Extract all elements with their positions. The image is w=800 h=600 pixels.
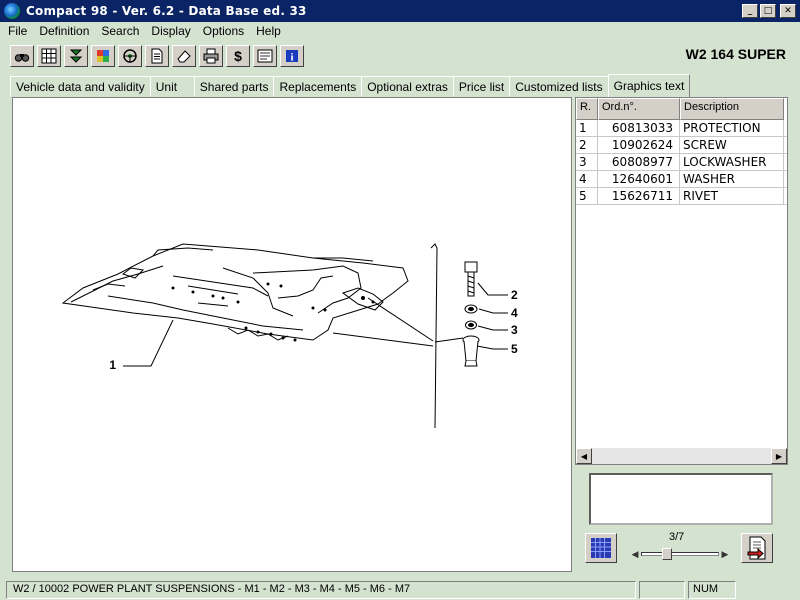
slider-right-icon[interactable]: ▶ xyxy=(719,549,731,560)
tab-customized-lists[interactable]: Customized lists xyxy=(509,76,609,96)
row-description: RIVET xyxy=(680,188,784,204)
column-header-description[interactable]: Description xyxy=(680,98,784,120)
menu-help[interactable]: Help xyxy=(250,24,287,38)
tab-replacements[interactable]: Replacements xyxy=(273,76,363,96)
close-button[interactable]: ✕ xyxy=(780,4,796,18)
tab-shared-parts[interactable]: Shared parts xyxy=(193,76,275,96)
row-ref: 1 xyxy=(576,120,598,136)
eraser-icon[interactable] xyxy=(172,45,196,67)
status-text: W2 / 10002 POWER PLANT SUSPENSIONS - M1 … xyxy=(6,580,636,599)
scroll-right-icon[interactable]: ▶ xyxy=(771,448,787,464)
tab-graphics-text[interactable]: Graphics text xyxy=(607,74,691,97)
mounting-holes xyxy=(171,282,375,342)
title-bar: Compact 98 - Ver. 6.2 - Data Base ed. 33… xyxy=(0,0,800,22)
row-ref: 2 xyxy=(576,137,598,153)
image-icon[interactable] xyxy=(253,45,277,67)
dollar-icon[interactable]: $ xyxy=(226,45,250,67)
grid-view-icon xyxy=(591,538,611,558)
page-slider[interactable]: ◀ ▶ xyxy=(629,547,731,561)
row-order: 12640601 xyxy=(598,171,680,187)
table-row[interactable]: 5 15626711 RIVET xyxy=(576,188,787,205)
row-description: SCREW xyxy=(680,137,784,153)
minimize-button[interactable]: _ xyxy=(742,4,758,18)
row-description: PROTECTION xyxy=(680,120,784,136)
scroll-left-icon[interactable]: ◀ xyxy=(576,448,592,464)
hardware-illustrations xyxy=(462,261,480,367)
callout-5[interactable]: 5 xyxy=(511,342,518,356)
status-cell-empty xyxy=(639,580,685,599)
row-order: 60808977 xyxy=(598,154,680,170)
steering-wheel-icon[interactable] xyxy=(118,45,142,67)
callout-leaders xyxy=(123,282,508,367)
menu-search[interactable]: Search xyxy=(95,24,145,38)
puzzle-icon[interactable] xyxy=(91,45,115,67)
table-row[interactable]: 4 12640601 WASHER xyxy=(576,171,787,188)
table-row[interactable]: 1 60813033 PROTECTION xyxy=(576,120,787,137)
table-row[interactable]: 2 10902624 SCREW xyxy=(576,137,787,154)
svg-text:i: i xyxy=(290,52,293,64)
exit-document-button[interactable] xyxy=(741,533,773,563)
parts-table: R. Ord.n°. Description 1 60813033 PROTEC… xyxy=(575,97,788,465)
menu-file[interactable]: File xyxy=(2,24,33,38)
document-icon[interactable] xyxy=(145,45,169,67)
tab-bar: Vehicle data and validity Unit Shared pa… xyxy=(10,74,691,97)
menu-bar: File Definition Search Display Options H… xyxy=(0,22,800,40)
row-description: WASHER xyxy=(680,171,784,187)
table-horizontal-scrollbar[interactable]: ◀ ▶ xyxy=(576,448,787,464)
tab-vehicle-data[interactable]: Vehicle data and validity xyxy=(10,76,151,96)
row-ref: 5 xyxy=(576,188,598,204)
menu-options[interactable]: Options xyxy=(197,24,250,38)
page-counter: 3/7 xyxy=(669,531,685,543)
binoculars-icon[interactable] xyxy=(10,45,34,67)
menu-display[interactable]: Display xyxy=(145,24,196,38)
svg-text:$: $ xyxy=(234,48,242,64)
row-description: LOCKWASHER xyxy=(680,154,784,170)
slider-track[interactable] xyxy=(641,548,719,560)
row-order: 15626711 xyxy=(598,188,680,204)
callout-4[interactable]: 4 xyxy=(511,306,518,320)
row-ref: 3 xyxy=(576,154,598,170)
document-exit-icon xyxy=(747,536,766,560)
window-title: Compact 98 - Ver. 6.2 - Data Base ed. 33 xyxy=(26,4,307,18)
printer-icon[interactable] xyxy=(199,45,223,67)
grid-icon[interactable] xyxy=(37,45,61,67)
notes-box[interactable] xyxy=(589,473,773,525)
callout-1[interactable]: 1 xyxy=(109,358,116,372)
status-bar: W2 / 10002 POWER PLANT SUSPENSIONS - M1 … xyxy=(0,579,800,600)
table-row[interactable]: 3 60808977 LOCKWASHER xyxy=(576,154,787,171)
protection-panel-illustration xyxy=(61,243,409,341)
tab-price-list[interactable]: Price list xyxy=(452,76,511,96)
parts-diagram: 1 2 4 3 5 xyxy=(61,243,518,429)
maximize-button[interactable]: □ xyxy=(760,4,776,18)
status-num-lock: NUM xyxy=(688,580,736,599)
row-ref: 4 xyxy=(576,171,598,187)
projection-lines xyxy=(332,243,464,429)
vehicle-name: W2 164 SUPER xyxy=(685,46,786,62)
parts-table-header: R. Ord.n°. Description xyxy=(576,98,787,120)
parts-panel: R. Ord.n°. Description 1 60813033 PROTEC… xyxy=(575,97,788,572)
globe-icon xyxy=(4,3,20,19)
row-order: 60813033 xyxy=(598,120,680,136)
callout-3[interactable]: 3 xyxy=(511,323,518,337)
menu-definition[interactable]: Definition xyxy=(33,24,95,38)
page-navigation: 3/7 ◀ ▶ xyxy=(585,531,785,571)
table-view-button[interactable] xyxy=(585,533,617,563)
tab-optional-extras[interactable]: Optional extras xyxy=(361,76,454,96)
callout-2[interactable]: 2 xyxy=(511,288,518,302)
tab-unit[interactable]: Unit xyxy=(149,76,195,96)
toolbar: $ i xyxy=(0,42,800,70)
filter-icon[interactable] xyxy=(64,45,88,67)
row-order: 10902624 xyxy=(598,137,680,153)
column-header-ref[interactable]: R. xyxy=(576,98,598,120)
scroll-track[interactable] xyxy=(592,448,771,464)
exploded-view-drawing[interactable]: 1 2 4 3 5 xyxy=(12,97,572,572)
slider-thumb[interactable] xyxy=(662,548,673,560)
info-icon[interactable]: i xyxy=(280,45,304,67)
column-header-order[interactable]: Ord.n°. xyxy=(598,98,680,120)
slider-left-icon[interactable]: ◀ xyxy=(629,549,641,560)
